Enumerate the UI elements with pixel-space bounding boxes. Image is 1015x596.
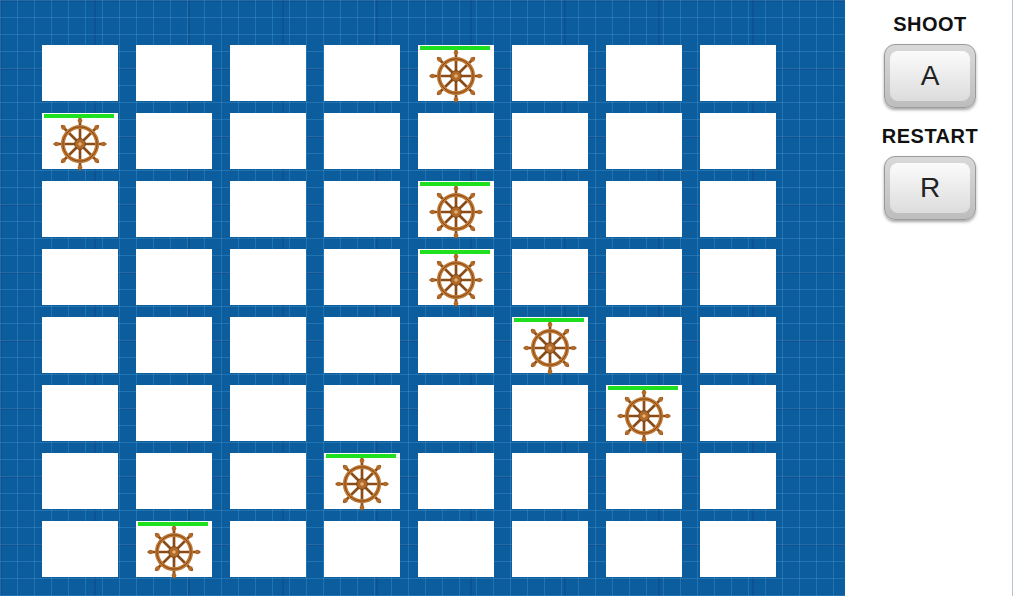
board-cell[interactable] xyxy=(512,385,588,441)
board-cell[interactable] xyxy=(606,521,682,577)
control-group: RESTART R xyxy=(882,124,978,220)
board-cell[interactable] xyxy=(606,317,682,373)
board-cell[interactable] xyxy=(230,317,306,373)
ship-wheel-icon xyxy=(335,457,389,511)
board-cell[interactable] xyxy=(230,249,306,305)
board-cell[interactable] xyxy=(230,45,306,101)
board-cell[interactable] xyxy=(230,385,306,441)
board-cell[interactable] xyxy=(418,521,494,577)
key-label[interactable]: A xyxy=(890,51,970,101)
health-fill xyxy=(420,182,490,186)
ship-wheel-icon xyxy=(429,185,483,239)
board-cell[interactable] xyxy=(700,317,776,373)
control-group: SHOOT A xyxy=(884,12,976,108)
health-bar xyxy=(420,250,490,254)
board-cell[interactable] xyxy=(418,181,494,237)
board-cell[interactable] xyxy=(136,521,212,577)
board-cell[interactable] xyxy=(42,521,118,577)
board-cell[interactable] xyxy=(42,45,118,101)
board-cell[interactable] xyxy=(700,385,776,441)
health-bar xyxy=(420,46,490,50)
board-cell[interactable] xyxy=(418,453,494,509)
board-cell[interactable] xyxy=(324,113,400,169)
board-cell[interactable] xyxy=(42,181,118,237)
board-cell[interactable] xyxy=(324,521,400,577)
board-cell[interactable] xyxy=(42,249,118,305)
ship-wheel-icon xyxy=(617,389,671,443)
board-cell[interactable] xyxy=(606,113,682,169)
game-board xyxy=(0,0,845,596)
health-bar xyxy=(326,454,396,458)
board-cell[interactable] xyxy=(136,453,212,509)
board-cell[interactable] xyxy=(606,385,682,441)
board-cell[interactable] xyxy=(230,453,306,509)
board-grid xyxy=(42,45,845,577)
board-cell[interactable] xyxy=(324,385,400,441)
board-cell[interactable] xyxy=(42,113,118,169)
key-button[interactable]: R xyxy=(884,156,976,220)
board-cell[interactable] xyxy=(324,317,400,373)
health-bar xyxy=(608,386,678,390)
board-cell[interactable] xyxy=(700,181,776,237)
health-fill xyxy=(514,318,584,322)
board-cell[interactable] xyxy=(324,45,400,101)
board-cell[interactable] xyxy=(230,113,306,169)
board-cell[interactable] xyxy=(418,317,494,373)
ship-wheel-icon xyxy=(429,49,483,103)
health-bar xyxy=(420,182,490,186)
health-bar xyxy=(44,114,114,118)
key-button[interactable]: A xyxy=(884,44,976,108)
ship-wheel-icon xyxy=(523,321,577,375)
board-cell[interactable] xyxy=(230,181,306,237)
key-label[interactable]: R xyxy=(890,163,970,213)
board-cell[interactable] xyxy=(700,113,776,169)
control-panel: SHOOT A RESTART R xyxy=(848,0,1013,596)
board-cell[interactable] xyxy=(418,113,494,169)
board-cell[interactable] xyxy=(136,181,212,237)
health-fill xyxy=(326,454,396,458)
board-cell[interactable] xyxy=(136,45,212,101)
board-cell[interactable] xyxy=(512,113,588,169)
board-cell[interactable] xyxy=(512,181,588,237)
health-bar xyxy=(514,318,584,322)
ship-wheel-icon xyxy=(147,525,201,579)
board-cell[interactable] xyxy=(230,521,306,577)
board-cell[interactable] xyxy=(136,249,212,305)
board-cell[interactable] xyxy=(42,317,118,373)
board-cell[interactable] xyxy=(512,521,588,577)
board-cell[interactable] xyxy=(418,45,494,101)
board-cell[interactable] xyxy=(606,453,682,509)
health-fill xyxy=(420,250,490,254)
board-cell[interactable] xyxy=(324,249,400,305)
board-cell[interactable] xyxy=(700,45,776,101)
board-cell[interactable] xyxy=(136,317,212,373)
health-bar xyxy=(138,522,208,526)
health-fill xyxy=(44,114,114,118)
ship-wheel-icon xyxy=(53,117,107,171)
control-label: SHOOT xyxy=(893,12,967,36)
board-cell[interactable] xyxy=(512,45,588,101)
board-cell[interactable] xyxy=(418,249,494,305)
board-cell[interactable] xyxy=(512,249,588,305)
ship-wheel-icon xyxy=(429,253,483,307)
board-cell[interactable] xyxy=(606,249,682,305)
board-cell[interactable] xyxy=(512,317,588,373)
board-cell[interactable] xyxy=(418,385,494,441)
board-cell[interactable] xyxy=(700,249,776,305)
control-label: RESTART xyxy=(882,124,978,148)
board-cell[interactable] xyxy=(136,385,212,441)
board-cell[interactable] xyxy=(606,181,682,237)
health-fill xyxy=(420,46,490,50)
board-cell[interactable] xyxy=(324,453,400,509)
board-cell[interactable] xyxy=(606,45,682,101)
board-cell[interactable] xyxy=(324,181,400,237)
board-cell[interactable] xyxy=(42,385,118,441)
health-fill xyxy=(608,386,678,390)
board-cell[interactable] xyxy=(700,453,776,509)
board-cell[interactable] xyxy=(136,113,212,169)
board-cell[interactable] xyxy=(512,453,588,509)
board-cell[interactable] xyxy=(42,453,118,509)
health-fill xyxy=(138,522,208,526)
board-cell[interactable] xyxy=(700,521,776,577)
